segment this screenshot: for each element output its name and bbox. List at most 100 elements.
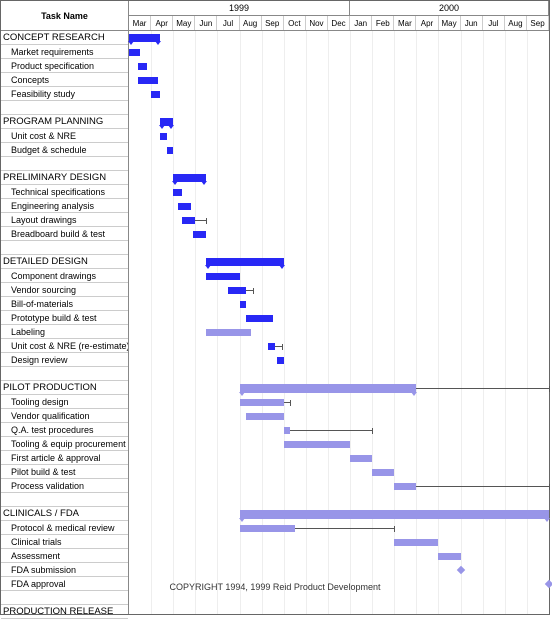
- gantt-bar: [246, 413, 284, 420]
- year-label: 2000: [350, 1, 549, 15]
- spacer-row: [1, 367, 128, 381]
- gantt-bar: [206, 329, 250, 336]
- task-row: Labeling: [1, 325, 128, 339]
- task-row: Unit cost & NRE (re-estimate): [1, 339, 128, 353]
- gantt-bar: [160, 118, 173, 126]
- gantt-chart: Task Name 19992000 MarAprMayJunJulAugSep…: [0, 0, 550, 615]
- slack-line: [246, 290, 253, 291]
- task-list: CONCEPT RESEARCHMarket requirementsProdu…: [1, 31, 129, 614]
- task-row: Engineering analysis: [1, 199, 128, 213]
- spacer-row: [1, 157, 128, 171]
- gantt-bar: [240, 301, 247, 308]
- task-row: Assessment: [1, 549, 128, 563]
- task-row: Concepts: [1, 73, 128, 87]
- gantt-bar: [228, 287, 246, 294]
- year-label: 1999: [129, 1, 350, 15]
- task-row: Market requirements: [1, 45, 128, 59]
- task-row: Tooling & equip procurement: [1, 437, 128, 451]
- gantt-bar: [240, 510, 549, 519]
- task-row: CLINICALS / FDA: [1, 507, 128, 521]
- task-row: Vendor sourcing: [1, 283, 128, 297]
- task-row: First article & approval: [1, 451, 128, 465]
- task-col-label: Task Name: [41, 11, 88, 21]
- task-row: Breadboard build & test: [1, 227, 128, 241]
- task-row: Unit cost & NRE: [1, 129, 128, 143]
- gantt-bar: [151, 91, 160, 98]
- month-label: Aug: [240, 16, 262, 30]
- gantt-bar: [240, 525, 295, 532]
- month-label: Jan: [350, 16, 372, 30]
- month-row: MarAprMayJunJulAugSepOctNovDecJanFebMarA…: [129, 16, 549, 30]
- slack-line: [416, 388, 549, 389]
- task-row: PRELIMINARY DESIGN: [1, 171, 128, 185]
- gantt-bar: [173, 174, 206, 182]
- gantt-bar: [129, 49, 140, 56]
- task-row: Budget & schedule: [1, 143, 128, 157]
- month-label: Apr: [151, 16, 173, 30]
- gantt-bar: [394, 539, 438, 546]
- gantt-bar: [240, 399, 284, 406]
- task-column-header: Task Name: [1, 1, 129, 31]
- task-row: Clinical trials: [1, 535, 128, 549]
- month-label: Sep: [527, 16, 549, 30]
- task-row: Protocol & medical review: [1, 521, 128, 535]
- task-row: Q.A. test procedures: [1, 423, 128, 437]
- gantt-body: CONCEPT RESEARCHMarket requirementsProdu…: [1, 31, 549, 614]
- task-row: Process validation: [1, 479, 128, 493]
- month-label: Aug: [505, 16, 527, 30]
- task-row: Pilot build & test: [1, 465, 128, 479]
- gantt-bar: [138, 77, 158, 84]
- gantt-bar: [438, 553, 460, 560]
- task-row: PROGRAM PLANNING: [1, 115, 128, 129]
- gantt-bar: [206, 273, 239, 280]
- task-row: Tooling design: [1, 395, 128, 409]
- gantt-bar: [138, 63, 147, 70]
- gantt-bar: [167, 147, 174, 154]
- spacer-row: [1, 101, 128, 115]
- task-row: Design review: [1, 353, 128, 367]
- gantt-bar: [173, 189, 182, 196]
- month-label: May: [173, 16, 195, 30]
- month-label: Jun: [195, 16, 217, 30]
- month-label: Oct: [284, 16, 306, 30]
- gantt-bar: [240, 384, 417, 393]
- spacer-row: [1, 591, 128, 605]
- month-label: Apr: [416, 16, 438, 30]
- month-label: Feb: [372, 16, 394, 30]
- milestone-icon: [456, 566, 464, 574]
- gantt-bar: [193, 231, 206, 238]
- month-label: Dec: [328, 16, 350, 30]
- task-row: Product specification: [1, 59, 128, 73]
- spacer-row: [1, 493, 128, 507]
- task-row: Component drawings: [1, 269, 128, 283]
- task-row: DETAILED DESIGN: [1, 255, 128, 269]
- gantt-bar: [206, 258, 283, 266]
- gantt-bar: [246, 315, 273, 322]
- gantt-bar: [394, 483, 416, 490]
- header-row: Task Name 19992000 MarAprMayJunJulAugSep…: [1, 1, 549, 31]
- month-label: Jun: [461, 16, 483, 30]
- month-label: Jul: [217, 16, 239, 30]
- task-row: CONCEPT RESEARCH: [1, 31, 128, 45]
- gantt-bar: [178, 203, 191, 210]
- month-label: May: [439, 16, 461, 30]
- footer-text: COPYRIGHT 1994, 1999 Reid Product Develo…: [170, 582, 381, 592]
- slack-line: [275, 346, 282, 347]
- task-row: Bill-of-materials: [1, 297, 128, 311]
- task-row: Prototype build & test: [1, 311, 128, 325]
- gantt-bar: [160, 133, 167, 140]
- month-label: Nov: [306, 16, 328, 30]
- month-label: Sep: [262, 16, 284, 30]
- chart-area: [129, 31, 549, 614]
- gantt-bar: [284, 441, 350, 448]
- task-row: PILOT PRODUCTION: [1, 381, 128, 395]
- slack-line: [290, 430, 372, 431]
- month-label: Jul: [483, 16, 505, 30]
- slack-line: [284, 402, 291, 403]
- timeline-header: 19992000 MarAprMayJunJulAugSepOctNovDecJ…: [129, 1, 549, 30]
- gantt-bar: [372, 469, 394, 476]
- year-row: 19992000: [129, 1, 549, 16]
- task-row: Technical specifications: [1, 185, 128, 199]
- task-row: Vendor qualification: [1, 409, 128, 423]
- task-row: FDA submission: [1, 563, 128, 577]
